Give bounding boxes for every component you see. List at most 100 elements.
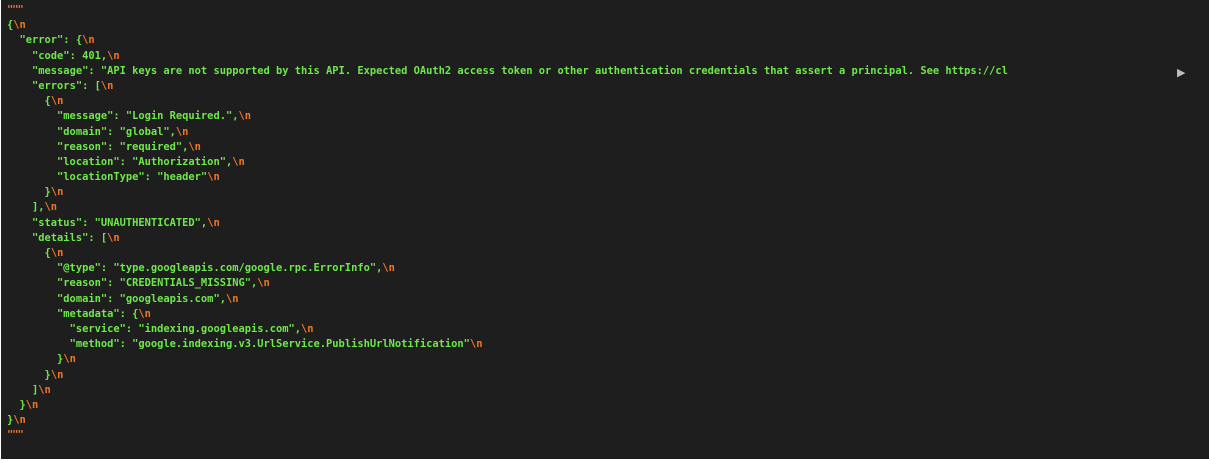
json-line: "@type": "type.googleapis.com/google.rpc… — [7, 261, 1209, 276]
json-line: "location": "Authorization",\n — [7, 155, 1209, 170]
json-line: "errors": [\n — [7, 79, 1209, 94]
json-line: "message": "API keys are not supported b… — [7, 64, 1209, 79]
line-text: "metadata": { — [57, 307, 139, 320]
line-text: "domain": "global", — [57, 125, 176, 138]
newline-escape: \n — [225, 292, 239, 305]
newline-escape: \n — [25, 398, 39, 411]
newline-escape: \n — [469, 338, 483, 351]
newline-escape: \n — [301, 322, 314, 335]
json-line: "service": "indexing.googleapis.com",\n — [7, 322, 1209, 337]
json-line: "metadata": {\n — [7, 307, 1209, 322]
line-text: "method": "google.indexing.v3.UrlService… — [69, 338, 470, 351]
newline-escape: \n — [44, 201, 58, 214]
line-text: "message": "API keys are not supported b… — [32, 64, 1008, 77]
json-line: "status": "UNAUTHENTICATED",\n — [7, 216, 1209, 231]
newline-escape: \n — [382, 262, 395, 275]
line-text: "@type": "type.googleapis.com/google.rpc… — [57, 262, 383, 275]
json-line: }\n — [7, 413, 1209, 428]
json-line: ]\n — [7, 383, 1209, 398]
line-text: "errors": [ — [32, 79, 101, 92]
expand-line-arrow-icon[interactable]: ▶ — [1177, 66, 1185, 79]
newline-escape: \n — [100, 79, 114, 92]
triple-quote-delimiter: """ — [7, 4, 24, 16]
line-text: "reason": "required", — [57, 140, 189, 153]
newline-escape: \n — [207, 216, 220, 229]
newline-escape: \n — [50, 186, 64, 199]
json-line: "reason": "required",\n — [7, 140, 1209, 155]
newline-escape: \n — [232, 155, 245, 168]
newline-escape: \n — [50, 247, 64, 259]
line-text: "status": "UNAUTHENTICATED", — [32, 216, 208, 229]
json-line: """ — [7, 3, 1209, 18]
newline-escape: \n — [138, 307, 151, 320]
newline-escape: \n — [207, 171, 220, 184]
line-text: "message": "Login Required.", — [57, 110, 239, 123]
newline-escape: \n — [63, 353, 76, 366]
line-text: "code": 401, — [32, 49, 108, 62]
newline-escape: \n — [50, 95, 64, 108]
newline-escape: \n — [238, 110, 251, 123]
triple-quote-delimiter: """ — [7, 429, 24, 442]
newline-escape: \n — [107, 49, 120, 62]
json-line: "method": "google.indexing.v3.UrlService… — [7, 337, 1209, 352]
newline-escape: \n — [257, 277, 270, 290]
json-line: }\n — [7, 185, 1209, 200]
line-text: "domain": "googleapis.com", — [57, 292, 226, 305]
line-text: "details": [ — [32, 231, 108, 244]
line-text: "service": "indexing.googleapis.com", — [69, 322, 302, 335]
json-line: {\n — [7, 94, 1209, 109]
json-line: "locationType": "header"\n — [7, 170, 1209, 185]
line-text: "error": { — [19, 34, 83, 47]
line-text: "reason": "CREDENTIALS_MISSING", — [57, 277, 258, 290]
line-text: ], — [32, 201, 45, 214]
json-output-panel: """ {\n "error": {\n "code": 401,\n "mess… — [1, 0, 1209, 459]
json-line: }\n — [7, 398, 1209, 413]
json-line: {\n — [7, 246, 1209, 261]
json-line: "domain": "googleapis.com",\n — [7, 292, 1209, 307]
json-line: }\n — [7, 352, 1209, 367]
json-line: }\n — [7, 368, 1209, 383]
line-text: "location": "Authorization", — [57, 155, 233, 168]
newline-escape: \n — [82, 34, 95, 47]
newline-escape: \n — [38, 383, 51, 396]
json-line: "message": "Login Required.",\n — [7, 109, 1209, 124]
newline-escape: \n — [50, 368, 64, 381]
json-line: "details": [\n — [7, 231, 1209, 246]
json-line: "reason": "CREDENTIALS_MISSING",\n — [7, 276, 1209, 291]
json-line: "error": {\n — [7, 33, 1209, 48]
json-line: "code": 401,\n — [7, 49, 1209, 64]
newline-escape: \n — [13, 414, 26, 427]
newline-escape: \n — [175, 125, 189, 138]
json-line: {\n — [7, 18, 1209, 33]
json-line: ],\n — [7, 200, 1209, 215]
newline-escape: \n — [13, 19, 26, 32]
json-line: """ — [7, 428, 1209, 443]
json-output-lines: """ {\n "error": {\n "code": 401,\n "mess… — [7, 3, 1209, 443]
line-text: "locationType": "header" — [57, 171, 208, 184]
